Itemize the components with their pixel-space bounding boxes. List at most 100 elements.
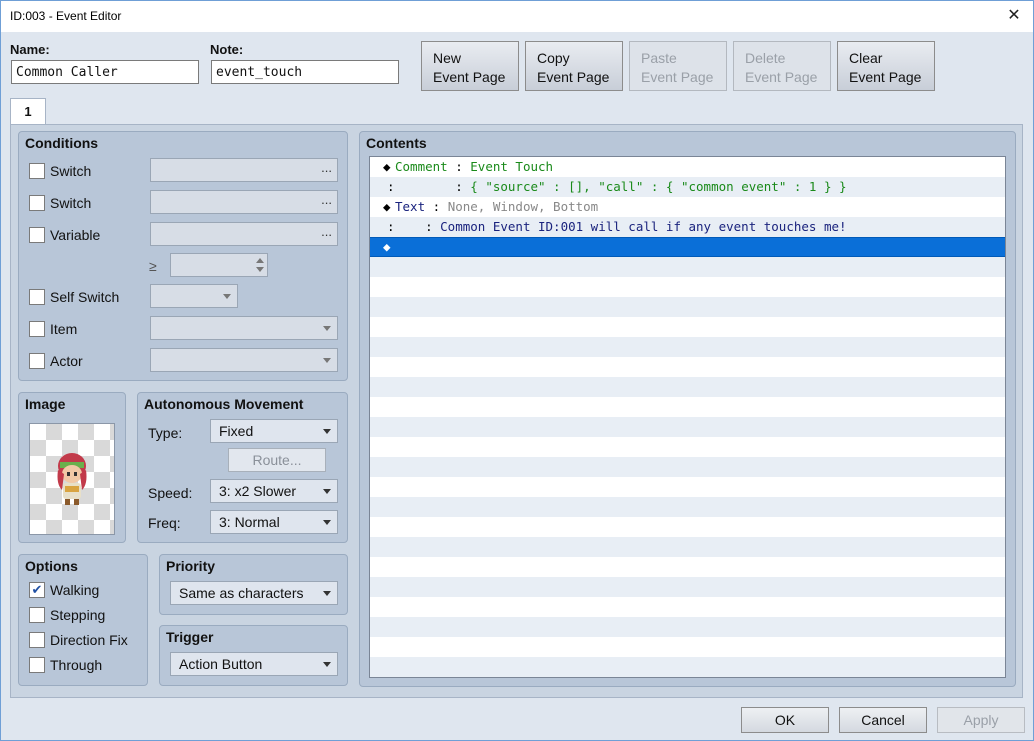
self-switch-select[interactable] (150, 284, 238, 308)
chevron-down-icon (223, 294, 231, 299)
variable-checkbox[interactable] (29, 227, 45, 243)
event-page: Conditions Switch ... Switch ... Variabl… (10, 124, 1023, 698)
command-row[interactable]: : : { "source" : [], "call" : { "common … (370, 177, 1005, 197)
image-panel: Image (18, 392, 126, 543)
movement-speed-select[interactable]: 3: x2 Slower (210, 479, 338, 503)
switch2-select[interactable]: ... (150, 190, 338, 214)
empty-row (370, 277, 1005, 297)
window-title: ID:003 - Event Editor (10, 9, 122, 23)
empty-row (370, 317, 1005, 337)
ok-button[interactable]: OK (741, 707, 829, 733)
variable-select[interactable]: ... (150, 222, 338, 246)
speed-label: Speed: (148, 485, 193, 501)
command-row-selected[interactable]: ◆ (370, 237, 1005, 257)
empty-row (370, 377, 1005, 397)
apply-button[interactable]: Apply (937, 707, 1025, 733)
note-input[interactable]: event_touch (211, 60, 399, 84)
spin-up-icon[interactable] (256, 258, 264, 263)
spin-down-icon[interactable] (256, 267, 264, 272)
tab-page-1[interactable]: 1 (10, 98, 46, 125)
command-row[interactable]: ◆ Text : None, Window, Bottom (370, 197, 1005, 217)
diamond-icon: ◆ (383, 159, 391, 174)
priority-select[interactable]: Same as characters (170, 581, 338, 605)
client-area: Name: Common Caller Note: event_touch Ne… (1, 32, 1033, 740)
actor-select[interactable] (150, 348, 338, 372)
ellipsis-icon: ... (321, 192, 332, 207)
command-row[interactable]: : : Common Event ID:001 will call if any… (370, 217, 1005, 237)
direction-fix-label: Direction Fix (50, 632, 128, 648)
note-label: Note: (210, 42, 244, 57)
through-checkbox[interactable] (29, 657, 45, 673)
type-label: Type: (148, 425, 183, 441)
empty-row (370, 537, 1005, 557)
cancel-button[interactable]: Cancel (839, 707, 927, 733)
delete-event-page-button[interactable]: Delete Event Page (733, 41, 831, 91)
trigger-title: Trigger (166, 629, 214, 645)
switch2-checkbox[interactable] (29, 195, 45, 211)
command-separator: : (395, 219, 441, 234)
command-separator: : (447, 159, 471, 174)
delete-button-line1: Delete (745, 50, 786, 66)
image-title: Image (25, 396, 66, 412)
clear-event-page-button[interactable]: Clear Event Page (837, 41, 935, 91)
options-title: Options (25, 558, 78, 574)
empty-row (370, 477, 1005, 497)
ellipsis-icon: ... (321, 224, 332, 239)
chevron-down-icon (323, 489, 331, 494)
item-checkbox[interactable] (29, 321, 45, 337)
delete-button-line2: Event Page (745, 69, 818, 85)
command-text: { "source" : [], "call" : { "common even… (470, 179, 847, 194)
walking-label: Walking (50, 582, 100, 598)
empty-row (370, 597, 1005, 617)
event-command-list[interactable]: ◆ Comment : Event Touch : : { "source" :… (369, 156, 1006, 678)
route-button[interactable]: Route... (228, 448, 326, 472)
item-label: Item (50, 321, 78, 337)
continuation-mark: : (387, 179, 395, 194)
copy-event-page-button[interactable]: Copy Event Page (525, 41, 623, 91)
trigger-select[interactable]: Action Button (170, 652, 338, 676)
empty-row (370, 257, 1005, 277)
chevron-down-icon (323, 662, 331, 667)
paste-event-page-button[interactable]: Paste Event Page (629, 41, 727, 91)
through-label: Through (50, 657, 103, 673)
chevron-down-icon (323, 520, 331, 525)
copy-button-line1: Copy (537, 50, 570, 66)
empty-row (370, 397, 1005, 417)
priority-title: Priority (166, 558, 216, 574)
switch1-checkbox[interactable] (29, 163, 45, 179)
actor-checkbox[interactable] (29, 353, 45, 369)
command-text: Event Touch (470, 159, 554, 174)
stepping-checkbox[interactable] (29, 607, 45, 623)
new-button-line1: New (433, 50, 462, 66)
new-button-line2: Event Page (433, 69, 506, 85)
command-separator: : (425, 199, 448, 214)
close-icon[interactable]: ✕ (1003, 5, 1025, 27)
diamond-icon: ◆ (383, 199, 391, 214)
variable-value-spinner[interactable] (170, 253, 268, 277)
empty-row (370, 617, 1005, 637)
movement-freq-select[interactable]: 3: Normal (210, 510, 338, 534)
priority-value: Same as characters (179, 585, 304, 601)
empty-row (370, 577, 1005, 597)
direction-fix-checkbox[interactable] (29, 632, 45, 648)
new-event-page-button[interactable]: New Event Page (421, 41, 519, 91)
self-switch-checkbox[interactable] (29, 289, 45, 305)
item-select[interactable] (150, 316, 338, 340)
empty-row (370, 497, 1005, 517)
freq-label: Freq: (148, 515, 181, 531)
command-separator: : (395, 179, 471, 194)
character-image-preview[interactable] (29, 423, 115, 535)
name-input[interactable]: Common Caller (11, 60, 199, 84)
self-switch-label: Self Switch (50, 289, 120, 305)
contents-panel: Contents ◆ Comment : Event Touch : : { "… (359, 131, 1016, 687)
switch1-select[interactable]: ... (150, 158, 338, 182)
variable-label: Variable (50, 227, 101, 243)
movement-type-select[interactable]: Fixed (210, 419, 338, 443)
actor-label: Actor (50, 353, 83, 369)
diamond-icon: ◆ (383, 239, 391, 254)
command-row[interactable]: ◆ Comment : Event Touch (370, 157, 1005, 177)
walking-checkbox[interactable]: ✔ (29, 582, 45, 598)
empty-row (370, 457, 1005, 477)
character-sprite-icon (57, 453, 87, 505)
command-text: Common Event ID:001 will call if any eve… (440, 219, 847, 234)
